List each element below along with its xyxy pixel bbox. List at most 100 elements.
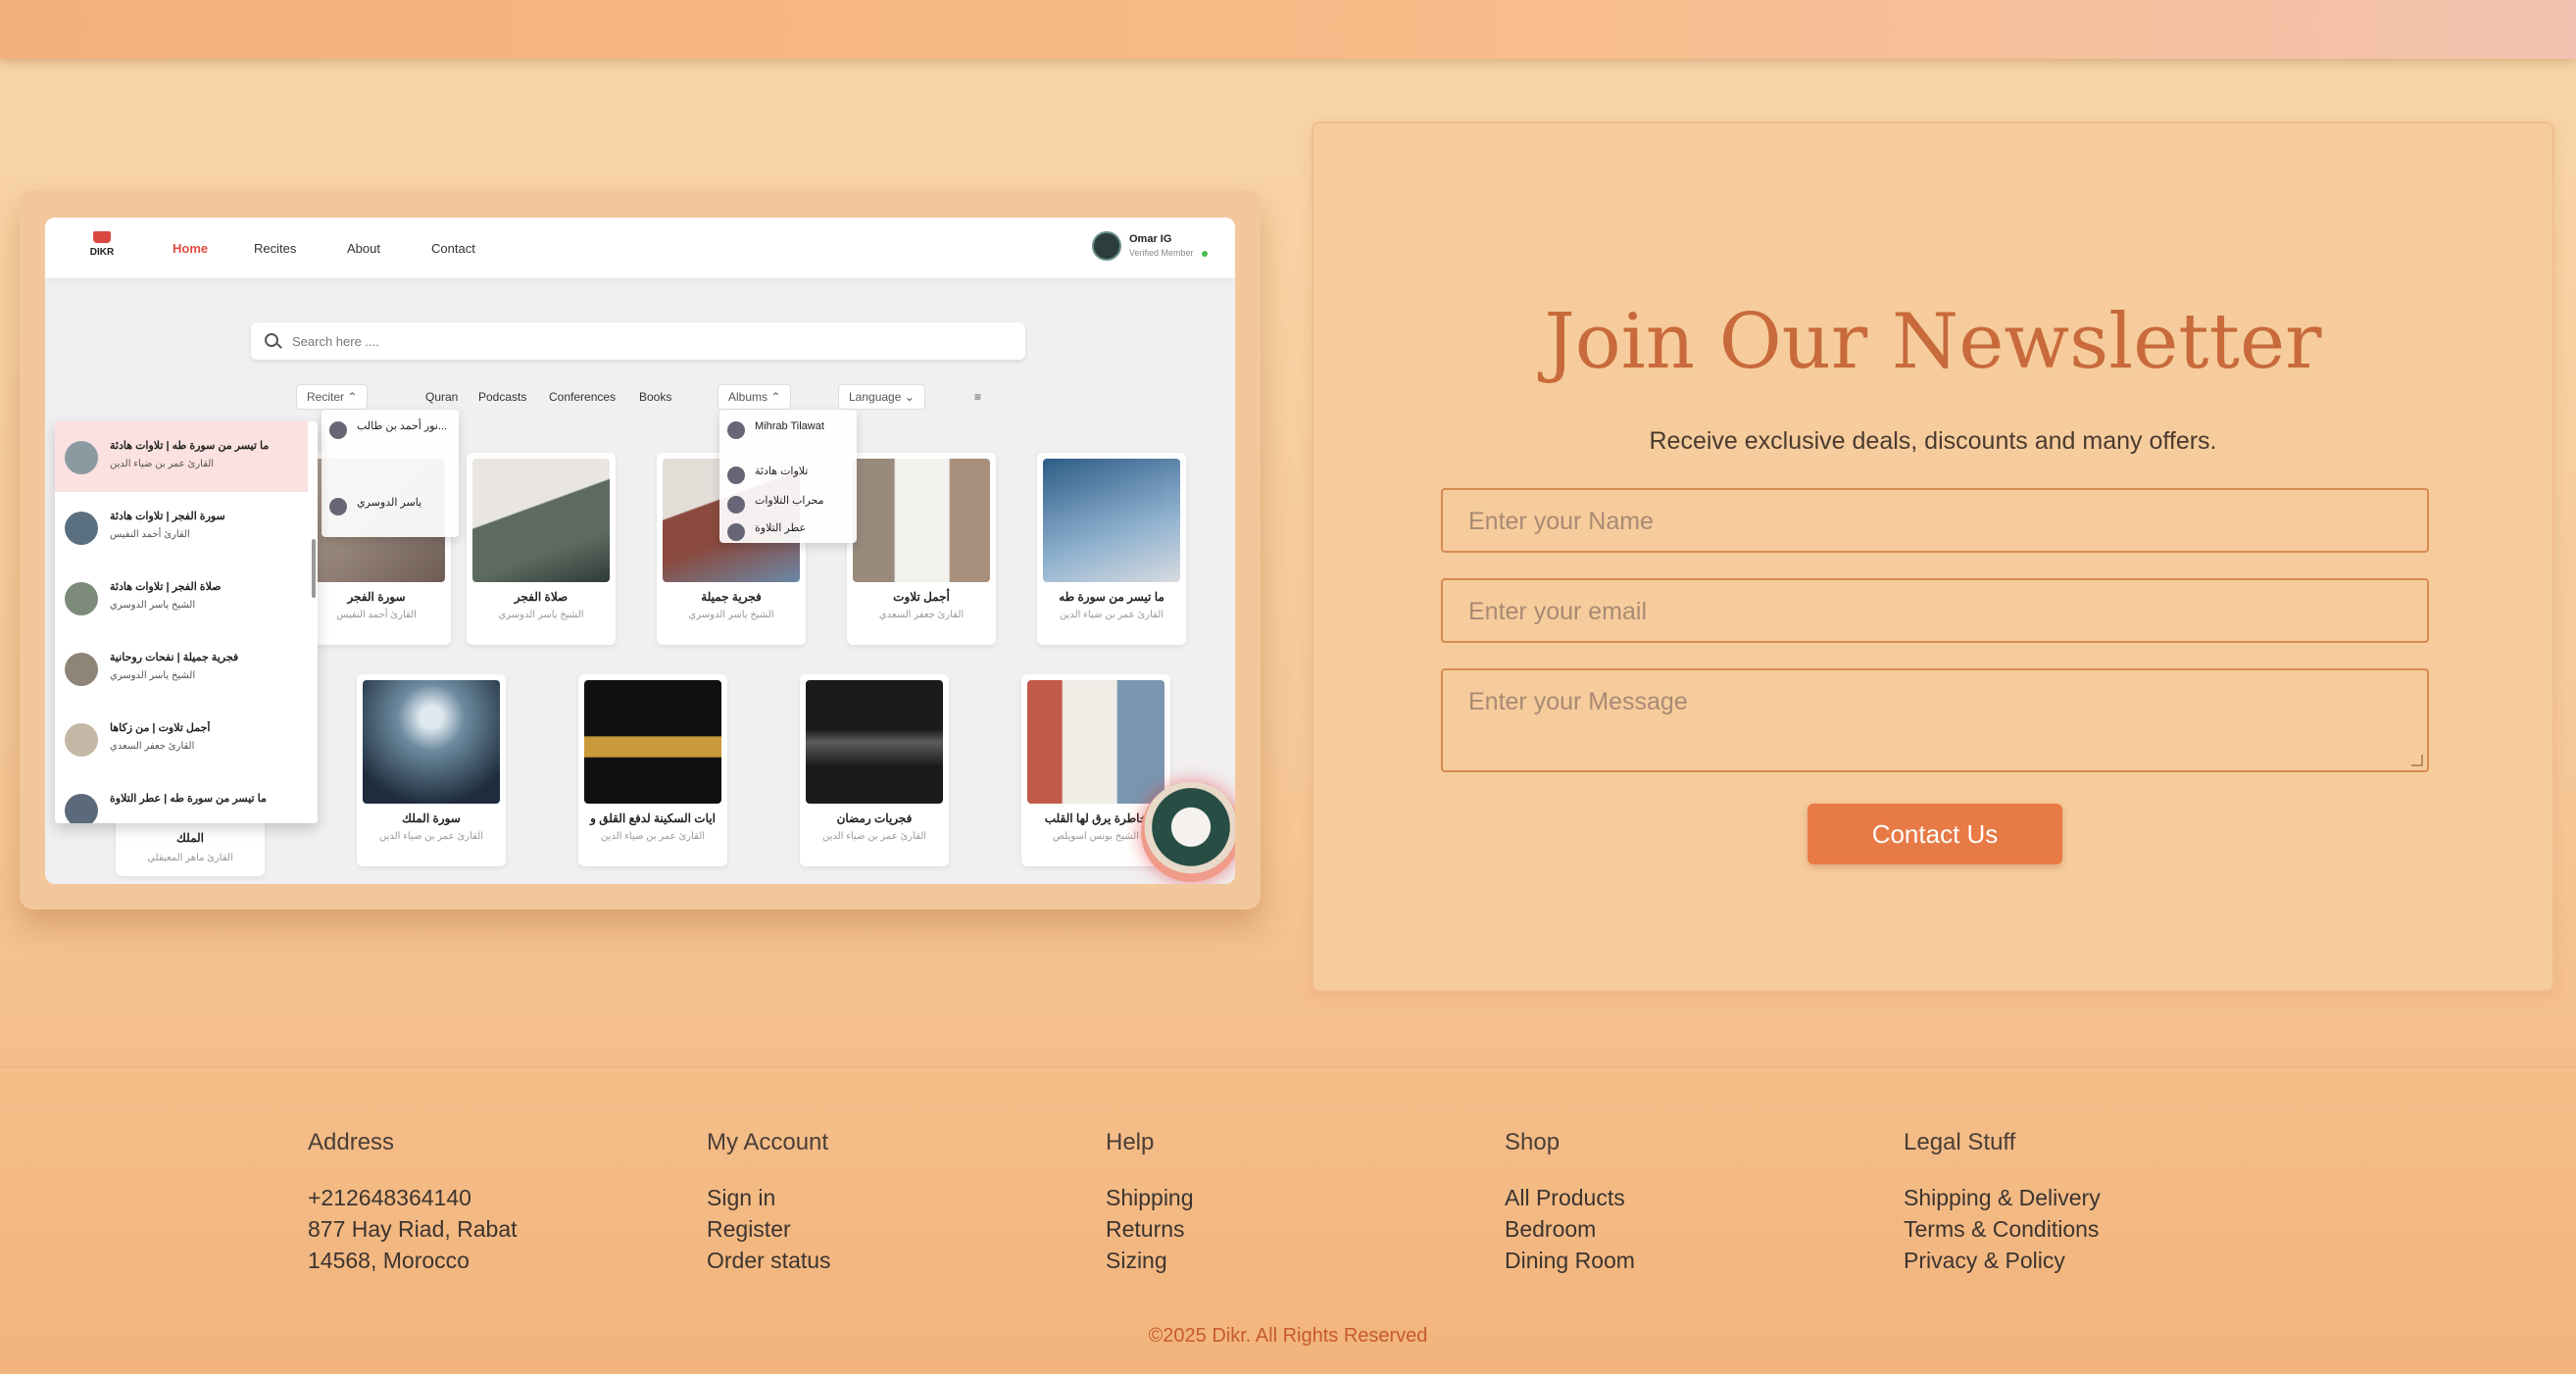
language-filter-label: Language [849,390,902,404]
recitation-card[interactable]: فجريات رمضان القارئ عمر بن ضياء الدين [800,674,949,866]
recitation-card[interactable]: سورة الملك القارئ عمر بن ضياء الدين [357,674,506,866]
card-title: ما تيسر من سورة طه [1059,590,1164,604]
footer-column-address: Address +212648364140 877 Hay Riad, Raba… [308,1129,518,1276]
card-reciter: القارئ ماهر المعيقلي [147,853,233,863]
list-item-subtitle: الشيخ ياسر الدوسري [110,600,196,611]
nav-home[interactable]: Home [173,241,208,256]
recitation-card[interactable]: ما تيسر من سورة طه القارئ عمر بن ضياء ال… [1037,453,1186,645]
footer-link-privacy[interactable]: Privacy & Policy [1904,1245,2101,1276]
footer-link-dining-room[interactable]: Dining Room [1505,1245,1635,1276]
card-thumbnail [1027,680,1164,804]
list-item[interactable]: ما تيسر من سورة طه | عطر التلاوة [55,774,308,823]
list-item[interactable]: صلاة الفجر | تلاوات هادئة الشيخ ياسر الد… [55,563,308,633]
recitation-card[interactable]: ايات السكينة لدفع القلق و القارئ عمر بن … [578,674,727,866]
recitation-card[interactable]: صلاة الفجر الشيخ ياسر الدوسري [467,453,616,645]
app-preview-card: DIKR Home Recites About Contact Omar IG … [20,190,1261,909]
search-bar[interactable]: Search here .... [251,322,1025,360]
card-title: فجريات رمضان [836,811,913,825]
avatar [65,441,98,474]
footer-link-sizing[interactable]: Sizing [1106,1245,1194,1276]
footer-link-order-status[interactable]: Order status [707,1245,831,1276]
avatar [65,512,98,545]
nav-contact[interactable]: Contact [431,241,475,256]
albums-filter[interactable]: Albums ⌃ [718,384,792,410]
list-item[interactable]: فجرية جميلة | نفحات روحانية الشيخ ياسر ا… [55,633,308,704]
chevron-up-icon: ⌃ [770,390,781,404]
tab-quran[interactable]: Quran [425,390,458,404]
resize-handle-icon[interactable] [2411,755,2423,766]
contact-us-button[interactable]: Contact Us [1808,804,2062,864]
list-item-title: أجمل تلاوت | من زكاها [110,722,211,734]
card-title: الملك [175,831,204,845]
chevron-up-icon: ⌃ [347,390,358,404]
tab-books[interactable]: Books [639,390,671,404]
message-field[interactable]: Enter your Message [1441,668,2429,772]
top-header-bar [0,0,2576,59]
album-icon [727,421,745,439]
album-option[interactable]: محراب التلاوات [727,492,855,519]
reciter-option-label: نور أحمد بن طالب... [357,420,448,432]
reciter-option-label: ياسر الدوسري [357,497,422,509]
card-reciter: الشيخ ياسر الدوسري [498,610,584,620]
card-thumbnail [472,459,610,582]
logo-text: DIKR [89,247,115,258]
card-reciter: القارئ جعفر السعدي [878,610,965,620]
card-thumbnail [853,459,990,582]
copyright-text: ©2025 Dikr. All Rights Reserved [1148,1325,1428,1347]
name-field[interactable]: Enter your Name [1441,488,2429,553]
list-item[interactable]: ما تيسر من سورة طه | تلاوات هادئة القارئ… [55,421,308,492]
list-item-title: ما تيسر من سورة طه | تلاوات هادئة [110,440,270,452]
footer-link-all-products[interactable]: All Products [1505,1182,1635,1213]
footer-link-terms[interactable]: Terms & Conditions [1904,1213,2101,1245]
footer-link-bedroom[interactable]: Bedroom [1505,1213,1635,1245]
card-thumbnail [806,680,943,804]
footer-link-register[interactable]: Register [707,1213,831,1245]
album-option[interactable]: Mihrab Tilawat [727,417,855,445]
nav-about[interactable]: About [347,241,380,256]
footer-link-shipping-delivery[interactable]: Shipping & Delivery [1904,1182,2101,1213]
footer-item: 877 Hay Riad, Rabat [308,1216,518,1242]
album-icon [727,466,745,484]
footer-heading: My Account [707,1129,829,1155]
recitation-card[interactable]: أجمل تلاوت القارئ جعفر السعدي [847,453,996,645]
card-thumbnail [584,680,721,804]
list-item-subtitle: الشيخ ياسر الدوسري [110,670,196,681]
user-profile[interactable]: Omar IG Verified Member [1092,231,1215,265]
footer-link-sign-in[interactable]: Sign in [707,1182,831,1213]
reciter-filter[interactable]: Reciter ⌃ [296,384,369,410]
footer-heading: Shop [1505,1129,1560,1155]
card-thumbnail [363,680,500,804]
footer-item: 14568, Morocco [308,1248,470,1273]
albums-dropdown: Mihrab Tilawat تلاوات هادئة محراب التلاو… [719,410,857,543]
footer-link-returns[interactable]: Returns [1106,1213,1194,1245]
card-title: صلاة الفجر [514,590,569,604]
album-option[interactable]: تلاوات هادئة [727,463,855,490]
avatar [65,653,98,686]
reciter-option[interactable]: نور أحمد بن طالب... [329,417,457,445]
avatar [329,421,347,439]
app-preview-window: DIKR Home Recites About Contact Omar IG … [45,218,1235,884]
list-item-subtitle: القارئ عمر بن ضياء الدين [110,459,215,469]
list-item-title: فجرية جميلة | نفحات روحانية [110,652,239,663]
reciter-option[interactable]: ياسر الدوسري [329,494,457,521]
now-playing-button[interactable] [1141,782,1235,882]
footer-heading: Legal Stuff [1904,1129,2016,1155]
email-field[interactable]: Enter your email [1441,578,2429,643]
album-icon [727,523,745,541]
sort-icon[interactable]: ≡ [974,390,981,404]
list-item-title: صلاة الفجر | تلاوات هادئة [110,581,222,593]
card-reciter: القارئ عمر بن ضياء الدين [600,831,706,842]
footer-link-shipping[interactable]: Shipping [1106,1182,1194,1213]
nav-recites[interactable]: Recites [254,241,296,256]
language-filter[interactable]: Language ⌄ [838,384,925,410]
scrollbar[interactable] [312,539,316,598]
newsletter-title: Join Our Newsletter [1544,298,2322,386]
newsletter-subtitle: Receive exclusive deals, discounts and m… [1649,427,2217,455]
avatar [65,582,98,615]
tab-podcasts[interactable]: Podcasts [478,390,526,404]
album-option[interactable]: عطر التلاوة [727,519,855,547]
preview-logo[interactable]: DIKR [82,231,122,258]
tab-conferences[interactable]: Conferences [549,390,616,404]
list-item[interactable]: سورة الفجر | تلاوات هادئة القارئ أحمد ال… [55,492,308,563]
list-item[interactable]: أجمل تلاوت | من زكاها القارئ جعفر السعدي [55,704,308,774]
